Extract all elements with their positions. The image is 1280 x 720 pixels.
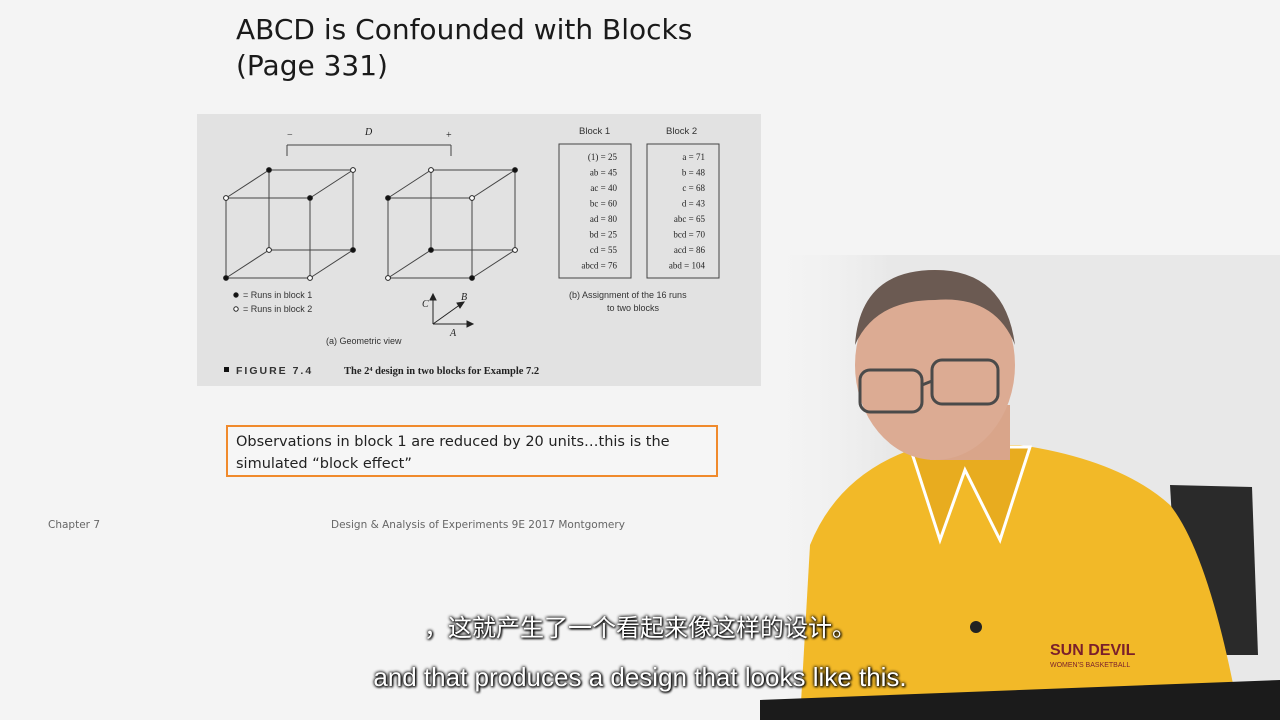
geometric-view-caption: (a) Geometric view [326, 336, 402, 346]
block2-run-5: bcd = 70 [673, 230, 705, 240]
block1-run-4: ad = 80 [590, 214, 618, 224]
block2-rows: a = 71 b = 48 c = 68 d = 43 abc = 65 bcd = 70… [669, 152, 706, 271]
cube-d-plus-runs [385, 167, 518, 281]
slide-title-line1: ABCD is Confounded with Blocks [236, 13, 693, 46]
note-line2: simulated “block effect” [236, 456, 412, 472]
slide-title-line2: (Page 331) [236, 49, 388, 82]
block1-rows: (1) = 25 ab = 45 ac = 40 bc = 60 ad = 80 bd =… [581, 152, 617, 271]
d-plus-label: + [446, 130, 452, 141]
legend-block2-label: = Runs in block 2 [243, 304, 312, 314]
axis-a-label: A [449, 328, 457, 339]
figure-label: FIGURE 7.4 [236, 365, 313, 377]
axis-c-label: C [422, 299, 429, 310]
legend-block2-marker [233, 306, 239, 312]
block1-run-6: cd = 55 [590, 245, 618, 255]
block1-header: Block 1 [579, 126, 610, 137]
block1-run-5: bd = 25 [589, 230, 617, 240]
legend-block1-marker [233, 292, 239, 298]
cube-d-minus [225, 169, 354, 279]
shirt-logo-text: SUN DEVIL [1050, 642, 1136, 659]
block1-table [558, 143, 632, 279]
slide-title: ABCD is Confounded with Blocks (Page 331… [236, 12, 692, 84]
d-minus-label: − [287, 130, 293, 141]
subtitle-chinese: ，这就产生了一个看起来像这样的设计。 [424, 614, 856, 642]
note-line1: Observations in block 1 are reduced by 2… [236, 434, 670, 450]
figure-bullet [224, 367, 229, 372]
figure-drawing: D − + = Runs in block 1 = Runs in block … [223, 126, 720, 377]
figure-caption: The 2⁴ design in two blocks for Example … [344, 366, 539, 377]
cube-d-minus-runs [223, 167, 356, 281]
footer-book: Design & Analysis of Experiments 9E 2017… [331, 519, 625, 531]
d-factor-label: D [364, 127, 373, 138]
block1-run-0: (1) = 25 [588, 152, 618, 162]
footer-chapter: Chapter 7 [48, 519, 100, 531]
block1-run-7: abcd = 76 [581, 261, 617, 271]
assignment-caption-line2: to two blocks [607, 303, 660, 313]
block1-run-3: bc = 60 [590, 199, 618, 209]
figure-panel: D − + = Runs in block 1 = Runs in block … [197, 114, 761, 386]
assignment-caption-line1: (b) Assignment of the 16 runs [569, 290, 687, 300]
axis-b-label: B [461, 292, 467, 303]
block2-run-6: acd = 86 [674, 245, 706, 255]
block1-run-2: ac = 40 [590, 183, 617, 193]
block2-table [646, 143, 720, 279]
legend-block1-label: = Runs in block 1 [243, 290, 312, 300]
cube-d-plus [387, 169, 516, 279]
subtitle-english: and that produces a design that looks li… [373, 662, 907, 692]
block2-run-3: d = 43 [682, 199, 706, 209]
block2-run-4: abc = 65 [674, 214, 706, 224]
block2-run-1: b = 48 [682, 168, 706, 178]
block2-run-0: a = 71 [682, 152, 705, 162]
block2-run-7: abd = 104 [669, 261, 706, 271]
block1-run-1: ab = 45 [590, 168, 618, 178]
presenter-video: SUN DEVIL WOMEN'S BASKETBALL [760, 255, 1280, 720]
block-effect-note: Observations in block 1 are reduced by 2… [226, 425, 718, 477]
block2-header: Block 2 [666, 126, 697, 137]
block2-run-2: c = 68 [682, 183, 705, 193]
